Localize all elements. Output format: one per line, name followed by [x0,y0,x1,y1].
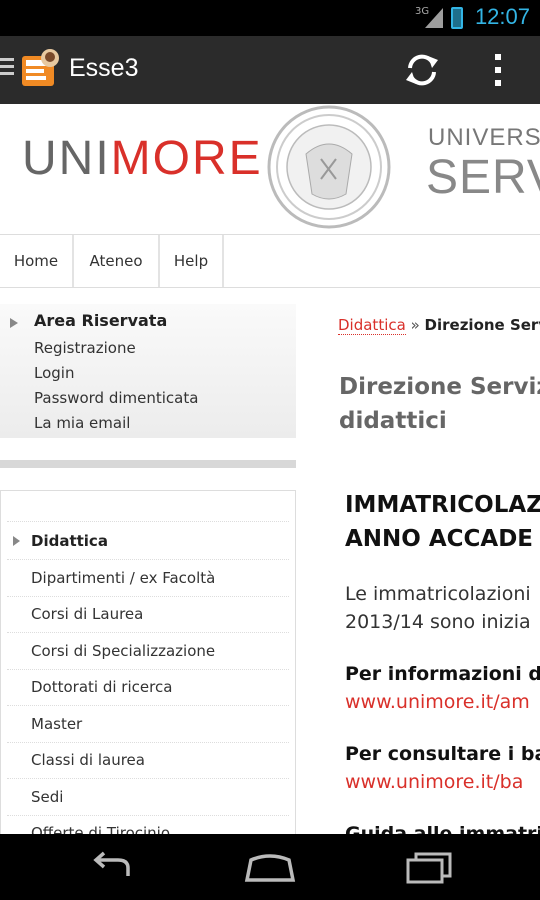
menu-item[interactable]: Offerte di Tirocinio [7,815,289,834]
system-nav-bar [0,834,540,900]
article-intro: Le immatricolazioni 2013/14 sono inizia [345,583,531,633]
battery-icon [451,7,463,29]
unimore-logo[interactable]: UNIMORE [22,131,263,186]
recent-apps-icon[interactable] [404,850,454,884]
clock: 12:07 [474,4,530,29]
info-block: Guida alle immatric [345,823,540,834]
menu-item[interactable]: Corsi di Laurea [7,596,289,633]
nav-help[interactable]: Help [160,235,224,287]
app-logo-icon[interactable] [18,46,62,92]
menu-item[interactable]: Dottorati di ricerca [7,669,289,706]
status-bar: 3G 12:07 [0,0,540,36]
nav-home[interactable]: Home [0,235,74,287]
info-link[interactable]: www.unimore.it/ba [345,768,540,796]
web-content[interactable]: UNIMORE UNIVERSITÀ SERVI Home Ateneo Hel… [0,104,540,834]
didattica-menu: Didattica Dipartimenti / ex Facoltà Cors… [0,490,296,834]
breadcrumb: Didattica » Direzione Serv [338,316,540,335]
menu-item[interactable]: Classi di laurea [7,742,289,779]
info-block: Per informazioni di www.unimore.it/am [345,660,540,716]
menu-item-didattica[interactable]: Didattica [7,523,289,560]
menu-item[interactable]: Corsi di Specializzazione [7,633,289,670]
overflow-menu-icon[interactable] [492,52,504,88]
page-title: Direzione Servizi didattici [339,374,540,434]
menu-item[interactable]: Master [7,706,289,743]
menu-item[interactable]: Sedi [7,779,289,816]
reserved-area-heading[interactable]: Area Riservata [34,311,167,330]
breadcrumb-link[interactable]: Didattica [338,316,406,335]
forgot-password-link[interactable]: Password dimenticata [34,389,198,407]
signal-icon [425,8,443,28]
site-banner: UNIMORE UNIVERSITÀ SERVI [0,104,540,234]
reserved-area-box: Area Riservata Registrazione Login Passw… [0,304,296,438]
my-email-link[interactable]: La mia email [34,414,130,432]
nav-ateneo[interactable]: Ateneo [74,235,160,287]
info-link[interactable]: www.unimore.it/am [345,688,540,716]
breadcrumb-current: Direzione Serv [424,316,540,334]
menu-item[interactable]: Dipartimenti / ex Facoltà [7,560,289,597]
app-title: Esse3 [69,54,139,82]
top-nav: Home Ateneo Help [0,234,540,288]
login-link[interactable]: Login [34,364,74,382]
home-icon[interactable] [243,850,297,884]
info-block: Per consultare i ban www.unimore.it/ba [345,740,540,796]
back-icon[interactable] [88,850,138,884]
expand-arrow-icon [13,536,20,546]
refresh-icon[interactable] [402,50,442,90]
registration-link[interactable]: Registrazione [34,339,136,357]
expand-arrow-icon [10,318,18,328]
university-seal-icon [267,105,391,229]
university-name: UNIVERSITÀ [428,124,540,151]
action-bar: Esse3 [0,36,540,104]
menu-icon[interactable] [0,58,14,79]
divider [0,460,296,468]
article-heading: IMMATRICOLAZ ANNO ACCADE [345,492,540,552]
services-title: SERVI [426,151,540,204]
